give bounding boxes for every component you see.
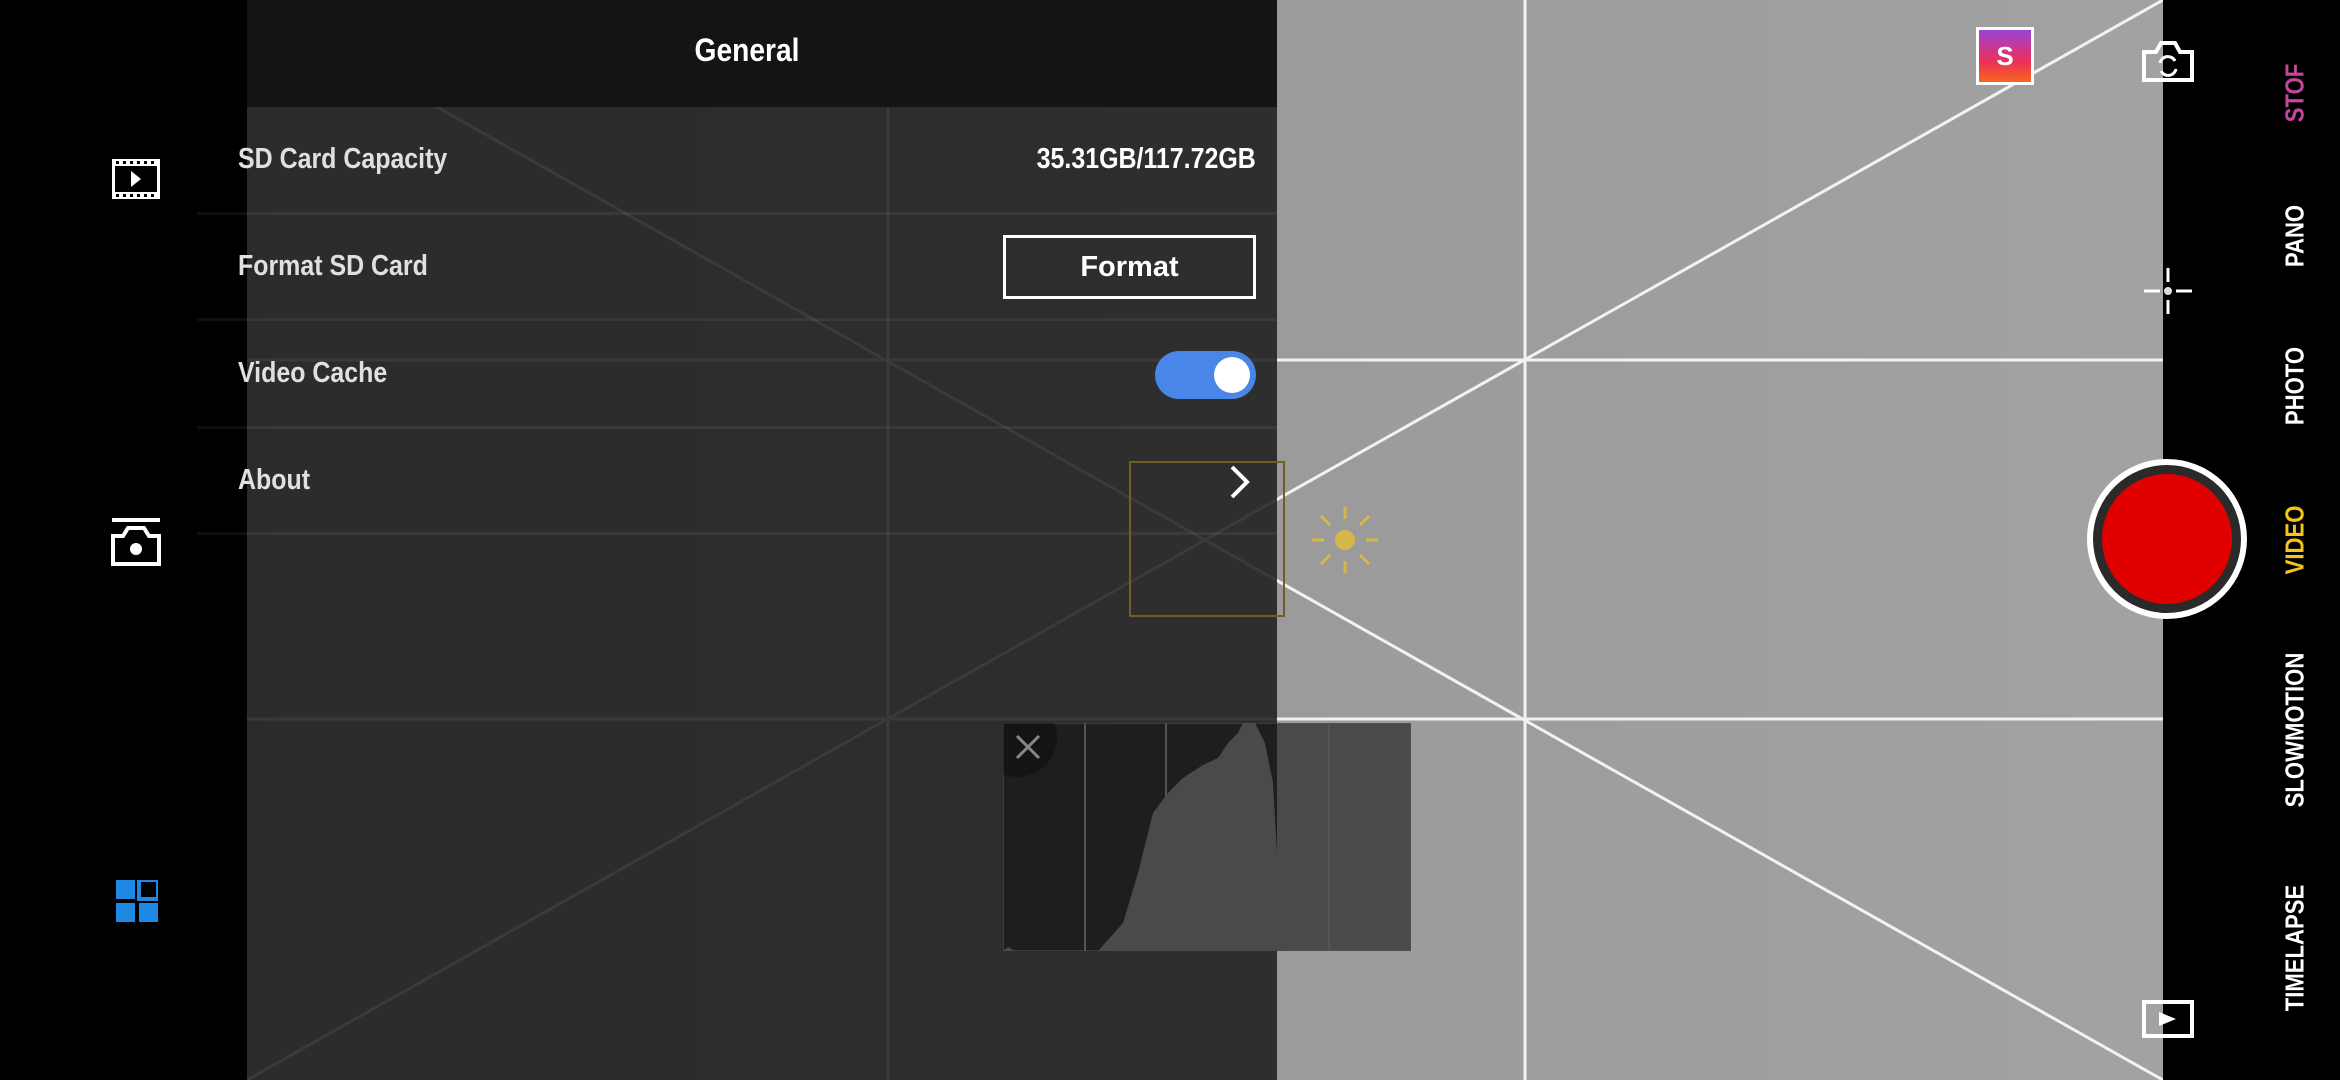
grid-apps-icon[interactable] [116,880,158,922]
sun-icon[interactable] [1310,505,1380,575]
mode-stof[interactable]: STOF [2280,64,2311,123]
format-button[interactable]: Format [1003,235,1256,299]
divider [197,318,1277,321]
mode-slowmotion[interactable]: SLOWMOTION [2280,653,2311,808]
page-title: General [694,32,800,68]
focus-icon[interactable] [2144,268,2192,314]
video-cache-toggle[interactable] [1155,351,1256,399]
mode-pano[interactable]: PANO [2280,205,2311,267]
film-icon[interactable] [111,158,161,200]
play-icon[interactable] [2142,1000,2194,1038]
mode-video[interactable]: VIDEO [2280,506,2311,575]
divider [197,426,1277,429]
sd-capacity-value: 35.31GB/117.72GB [1036,143,1256,175]
switch-camera-icon[interactable] [2142,40,2194,82]
camera-icon[interactable] [111,518,161,566]
sd-capacity-label: SD Card Capacity [238,143,448,175]
toggle-knob [1214,357,1250,393]
about-label[interactable]: About [238,464,310,497]
histogram [1003,723,1411,951]
record-button[interactable] [2087,459,2247,619]
mode-timelapse[interactable]: TIMELAPSE [2280,885,2311,1011]
record-dot [2102,474,2232,604]
app-badge[interactable]: S [1976,27,2034,85]
divider [197,212,1277,215]
mode-photo[interactable]: PHOTO [2280,347,2311,425]
video-cache-label: Video Cache [238,357,388,389]
divider [197,532,1277,535]
format-sd-label: Format SD Card [238,250,428,282]
focus-box [1129,461,1285,617]
